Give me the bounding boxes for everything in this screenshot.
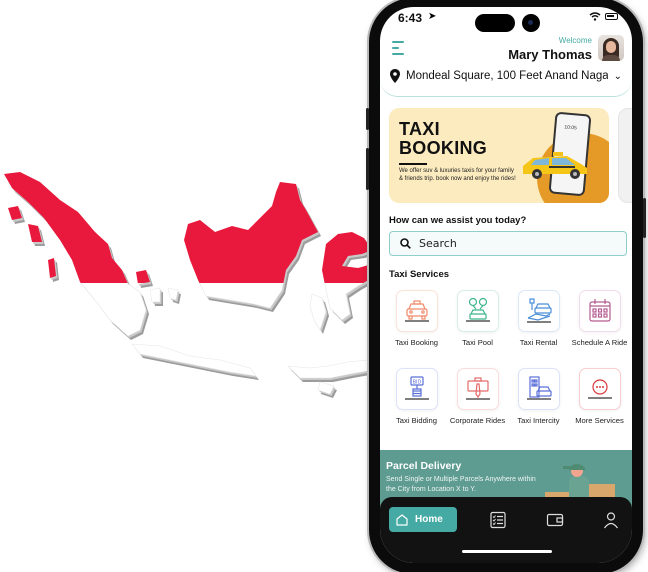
home-icon [396, 513, 408, 526]
service-label: Corporate Rides [449, 416, 506, 425]
service-label: Taxi Pool [462, 338, 493, 347]
orders-list-icon[interactable] [489, 511, 507, 529]
assist-heading: How can we assist you today? [389, 215, 527, 226]
wifi-icon [589, 12, 601, 21]
search-field[interactable] [389, 231, 627, 256]
hamburger-menu-icon[interactable] [392, 41, 406, 55]
promo-stage: 6:43 ➤ Welcome Mary Thomas Mondeal Squar… [0, 0, 648, 572]
location-text: Mondeal Square, 100 Feet Anand Naga... [406, 70, 608, 82]
phone-volume-button [366, 148, 369, 190]
tab-home[interactable]: Home [389, 507, 457, 532]
calendar-icon [588, 299, 611, 322]
service-taxi-pool[interactable]: Taxi Pool [447, 290, 508, 364]
user-avatar[interactable] [598, 35, 624, 61]
service-label: Taxi Bidding [396, 416, 437, 425]
service-corporate-rides[interactable]: Corporate Rides [447, 368, 508, 442]
corporate-icon [465, 377, 490, 400]
taxi-car-icon [404, 300, 429, 322]
car-rental-icon [526, 298, 552, 323]
service-label: More Services [575, 416, 624, 425]
home-indicator [462, 550, 552, 553]
wallet-icon[interactable] [546, 511, 564, 529]
chevron-down-icon: ⌄ [613, 70, 622, 82]
status-bar: 6:43 ➤ [380, 7, 632, 33]
service-taxi-bidding[interactable]: BID Taxi Bidding [386, 368, 447, 442]
next-banner-card[interactable] [618, 108, 632, 203]
indonesia-flag-map [3, 172, 375, 398]
front-camera [522, 14, 540, 32]
phone-power-button [643, 198, 646, 238]
service-label: Schedule A Ride [571, 338, 628, 347]
service-label: Taxi Intercity [517, 416, 560, 425]
service-label: Taxi Rental [519, 338, 558, 347]
taxi-services-heading: Taxi Services [389, 269, 450, 280]
parcel-title: Parcel Delivery [386, 460, 462, 472]
location-arrow-icon: ➤ [428, 11, 437, 22]
bid-icon: BID [404, 376, 429, 400]
tab-home-label: Home [415, 514, 443, 525]
taxi-services-grid: Taxi Booking Taxi Pool Taxi Rental Sched… [386, 290, 630, 442]
banner-description: We offer suv & luxuries taxis for your f… [399, 168, 516, 182]
service-more-services[interactable]: More Services [569, 368, 630, 442]
service-schedule-ride[interactable]: Schedule A Ride [569, 290, 630, 364]
status-time: 6:43 [398, 11, 423, 25]
service-taxi-intercity[interactable]: Taxi Intercity [508, 368, 569, 442]
location-selector[interactable]: Mondeal Square, 100 Feet Anand Naga... ⌄ [390, 69, 622, 83]
service-taxi-booking[interactable]: Taxi Booking [386, 290, 447, 364]
banner-title: TAXI BOOKING [399, 119, 488, 158]
profile-icon[interactable] [602, 511, 620, 529]
more-icon [587, 379, 612, 399]
user-name: Mary Thomas [508, 47, 592, 62]
taxi-booking-banner[interactable]: TAXI BOOKING We offer suv & luxuries tax… [389, 108, 609, 203]
phone-action-button [366, 108, 369, 130]
taxi-car-illustration [523, 152, 587, 179]
bottom-tab-bar: Home [380, 497, 632, 563]
map-pin-icon [390, 69, 400, 83]
service-taxi-rental[interactable]: Taxi Rental [508, 290, 569, 364]
car-pool-icon [465, 297, 490, 322]
search-icon [400, 238, 411, 249]
service-label: Taxi Booking [394, 338, 439, 347]
svg-text:BID: BID [412, 380, 421, 386]
welcome-label: Welcome [558, 36, 592, 45]
parcel-description: Send Single or Multiple Parcels Anywhere… [386, 476, 536, 493]
phone-mockup: 6:43 ➤ Welcome Mary Thomas Mondeal Squar… [366, 0, 646, 572]
dynamic-island [475, 14, 515, 32]
status-icons [589, 12, 618, 21]
battery-icon [605, 13, 618, 20]
app-header: Welcome Mary Thomas Mondeal Square, 100 … [380, 33, 632, 97]
banner-divider [399, 163, 427, 165]
app-screen: 6:43 ➤ Welcome Mary Thomas Mondeal Squar… [380, 7, 632, 563]
intercity-icon [526, 376, 552, 400]
search-input[interactable] [419, 237, 599, 250]
